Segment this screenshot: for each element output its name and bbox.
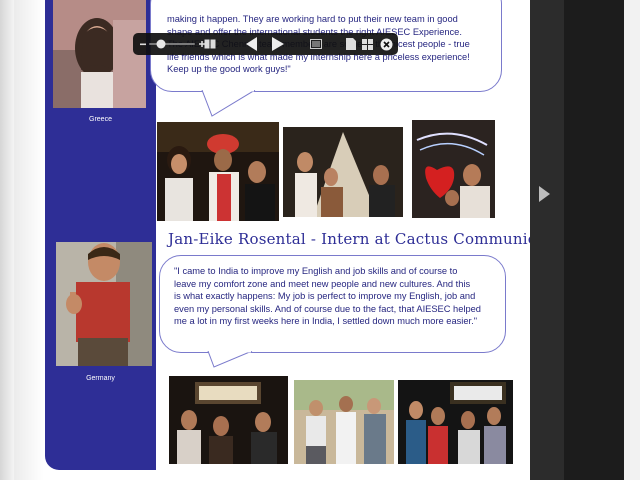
next-page-arrow-icon[interactable] (539, 186, 550, 202)
zoom-slider[interactable] (149, 33, 195, 55)
tile-icon[interactable] (359, 33, 375, 55)
two-page-icon[interactable] (197, 33, 223, 55)
intern-heading: Jan-Eike Rosental - Intern at Cactus Com… (168, 230, 576, 248)
quote-line: Keep up the good work guys!" (167, 64, 291, 75)
bubble-tail-greece (201, 90, 256, 117)
document-icon[interactable] (343, 33, 359, 55)
window-edge (624, 0, 640, 480)
quote-line: even my personal skills. And of course d… (174, 303, 481, 314)
group-photo-6 (398, 380, 513, 464)
group-photo-3 (412, 120, 495, 218)
country-label-germany: Germany (86, 375, 115, 382)
group-photo-5 (294, 380, 394, 464)
book-left-margin (0, 0, 14, 480)
group-photo-4 (169, 376, 288, 464)
close-icon[interactable] (377, 33, 395, 55)
profile-photo-greece (53, 0, 146, 108)
quote-line: me a lot in my first weeks here in India… (174, 316, 477, 327)
quote-bubble-germany: "I came to India to improve my English a… (159, 255, 506, 353)
quote-line: leave my comfort zone and meet new peopl… (174, 278, 471, 289)
viewer-toolbar (133, 33, 398, 55)
group-photo-1 (157, 122, 279, 221)
bubble-tail-germany (207, 351, 253, 368)
quote-line: making it happen. They are working hard … (167, 14, 458, 24)
next-page-icon[interactable] (267, 33, 289, 55)
page-gutter-shadow (14, 0, 44, 480)
profile-photo-germany (56, 242, 152, 366)
side-navigation-panel (530, 0, 564, 480)
quote-line: is what exactly happens: My job is perfe… (174, 291, 476, 302)
country-label-greece: Greece (89, 116, 112, 123)
zoom-out-icon[interactable] (138, 33, 148, 55)
group-photo-2 (283, 127, 403, 217)
quote-line: "I came to India to improve my English a… (174, 266, 458, 276)
viewer-background (564, 0, 624, 480)
previous-page-icon[interactable] (241, 33, 263, 55)
fullscreen-icon[interactable] (305, 33, 327, 55)
